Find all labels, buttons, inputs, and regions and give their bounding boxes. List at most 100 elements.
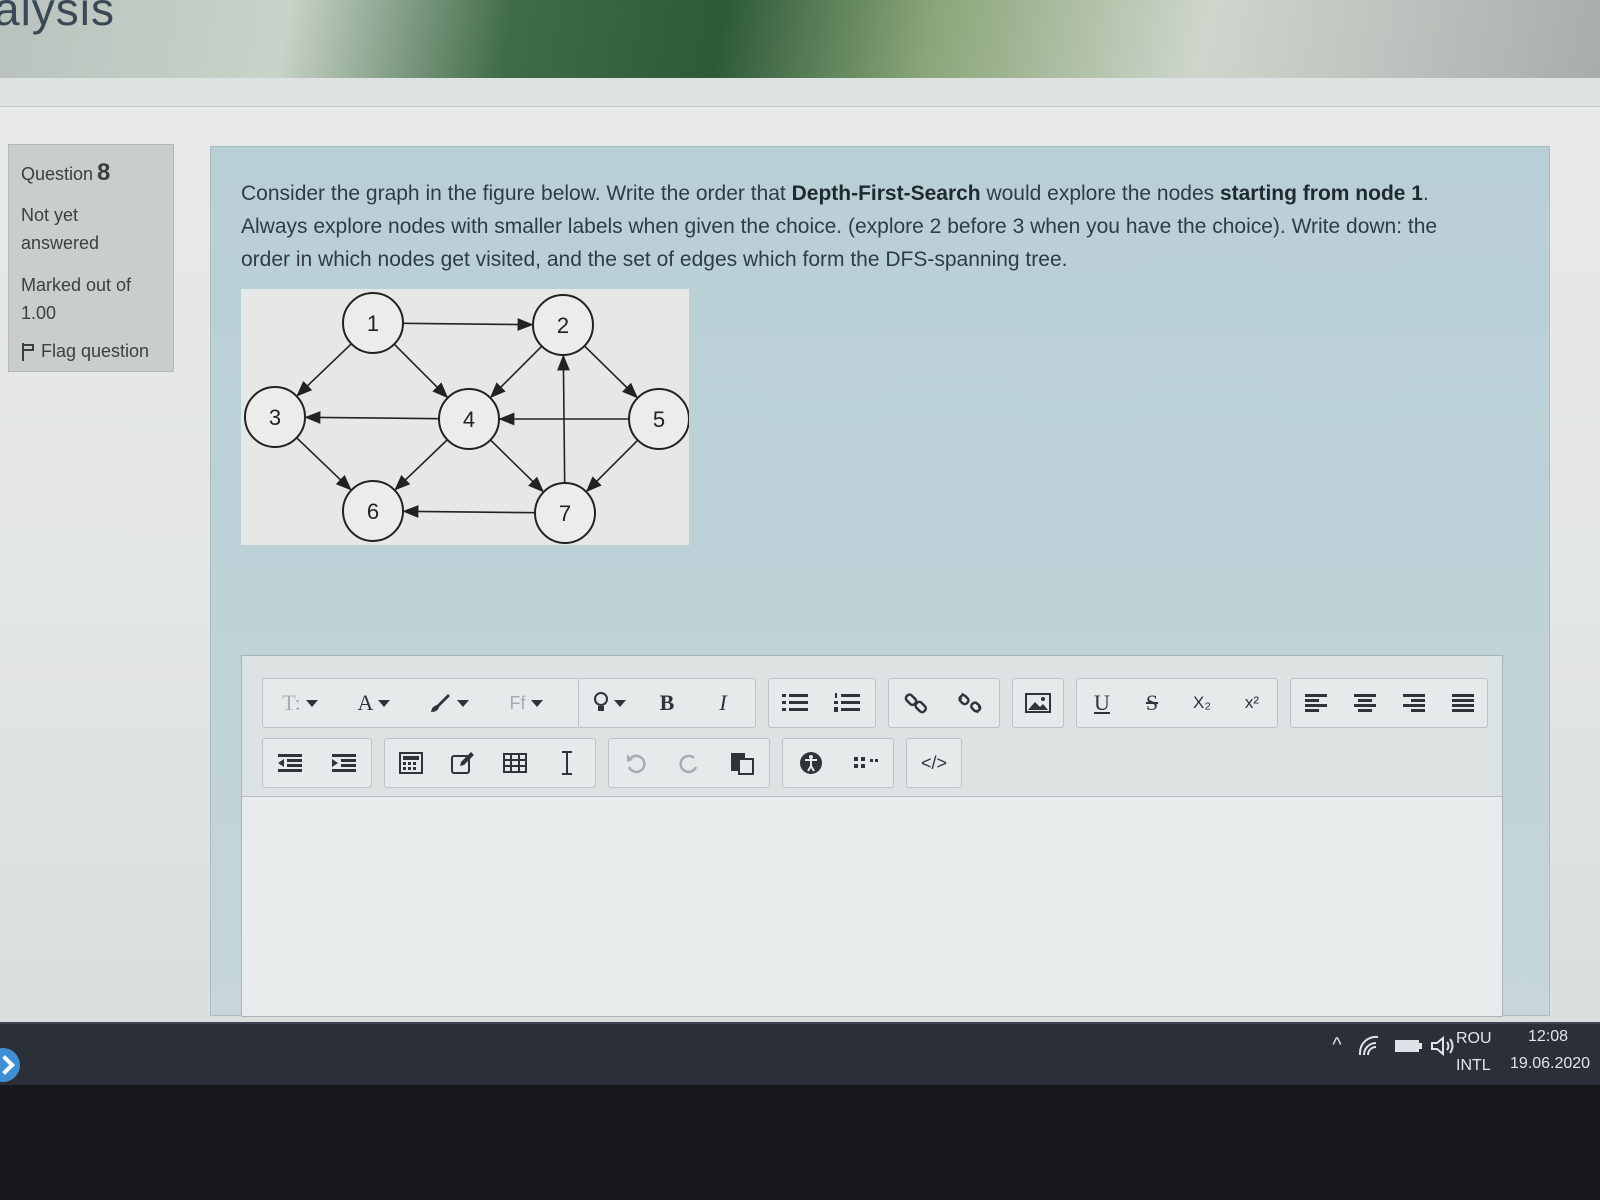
link-button[interactable] — [889, 681, 943, 725]
language-bottom[interactable]: INTL — [1456, 1057, 1491, 1075]
indent-icon — [332, 754, 356, 772]
flag-label: Flag question — [41, 341, 150, 361]
font-family-button[interactable]: Ff — [485, 681, 567, 725]
accessibility-button[interactable] — [783, 741, 838, 785]
table-button[interactable] — [489, 741, 541, 785]
undo-button[interactable] — [609, 741, 662, 785]
monitor-bezel — [0, 1085, 1600, 1200]
strikethrough-button[interactable]: S — [1127, 681, 1177, 725]
graph-edge-4-7 — [489, 439, 544, 493]
flag-icon — [21, 342, 35, 361]
question-info: Question 8 Not yet answered Marked out of… — [8, 144, 174, 372]
graph-node-3: 3 — [244, 386, 306, 448]
question-text-part: would explore the nodes — [980, 182, 1220, 205]
graph-edge-7-6 — [402, 505, 536, 518]
chevron-up-icon[interactable]: ^ — [1322, 1034, 1352, 1057]
superscript-button[interactable]: x² — [1227, 681, 1277, 725]
question-number: 8 — [97, 159, 111, 186]
subscript-button[interactable]: X₂ — [1177, 681, 1227, 725]
align-center-button[interactable] — [1340, 681, 1389, 725]
insert-image-button[interactable] — [1013, 681, 1063, 725]
clock-date[interactable]: 19.06.2020 — [1510, 1055, 1590, 1073]
paste-button[interactable] — [715, 741, 768, 785]
toolbar-group-style: B I — [578, 678, 756, 728]
chevron-down-icon — [613, 699, 626, 707]
language-top[interactable]: ROU — [1456, 1030, 1492, 1048]
toolbar-group-text: U S X₂ x² — [1076, 678, 1278, 728]
start-button[interactable] — [0, 1048, 20, 1082]
align-left-button[interactable] — [1291, 681, 1340, 725]
chevron-down-icon — [378, 699, 391, 707]
font-family-label: Ff — [509, 692, 526, 713]
question-panel: Consider the graph in the figure below. … — [210, 146, 1550, 1017]
font-color-button[interactable]: A — [337, 681, 411, 725]
paragraph-style-button[interactable]: T: — [263, 681, 337, 725]
toolbar-group-history — [608, 738, 770, 788]
redo-button[interactable] — [662, 741, 715, 785]
paste-icon — [730, 753, 754, 775]
flag-question-button[interactable]: Flag question — [21, 341, 161, 362]
equation-editor-button[interactable] — [385, 741, 437, 785]
outdent-button[interactable] — [263, 741, 317, 785]
graph-edge-1-4 — [393, 343, 449, 399]
graph-diagram: 1 2 3 4 5 6 7 — [244, 292, 689, 544]
italic-button[interactable]: I — [695, 681, 751, 725]
question-label: Question — [21, 164, 94, 184]
unlink-icon — [958, 692, 982, 714]
toolbar-group-format: T: A Ff — [262, 678, 580, 728]
chevron-down-icon — [305, 699, 318, 707]
redo-icon — [678, 754, 697, 774]
graph-edge-1-2 — [402, 318, 534, 331]
graph-edge-7-2 — [557, 354, 570, 484]
answer-textarea[interactable] — [242, 797, 1502, 1016]
background-color-button[interactable] — [411, 681, 485, 725]
align-justify-button[interactable] — [1438, 681, 1487, 725]
graph-node-2: 2 — [532, 294, 594, 356]
system-tray: ^ — [1322, 1034, 1458, 1057]
toolbar-group-media — [1012, 678, 1064, 728]
more-dots-icon — [853, 757, 878, 768]
image-icon — [1025, 693, 1051, 713]
answer-editor: T: A Ff B I U S X₂ x² </> — [241, 655, 1503, 1017]
calculator-icon — [399, 752, 423, 774]
volume-icon[interactable] — [1430, 1035, 1458, 1057]
cursor-text-button[interactable] — [541, 741, 593, 785]
paintbrush-icon — [430, 694, 450, 712]
question-text-part: Consider the graph in the figure below. … — [241, 182, 792, 205]
unordered-list-button[interactable] — [769, 681, 821, 725]
graph-node-label: 4 — [463, 407, 475, 432]
graph-node-label: 1 — [367, 311, 379, 336]
question-status: Not yet answered — [21, 205, 100, 253]
indent-button[interactable] — [317, 741, 371, 785]
hint-button[interactable] — [579, 681, 639, 725]
graph-node-7: 7 — [534, 482, 596, 544]
html-source-button[interactable]: </> — [907, 741, 961, 785]
clock-time[interactable]: 12:08 — [1528, 1028, 1568, 1046]
align-left-icon — [1304, 694, 1327, 712]
header-banner: alysis — [0, 0, 1600, 78]
editor-toolbar: T: A Ff B I U S X₂ x² </> — [242, 656, 1502, 797]
unlink-button[interactable] — [943, 681, 997, 725]
graph-edge-3-6 — [296, 437, 352, 491]
graph-edge-1-3 — [296, 343, 352, 397]
question-heading: Question 8 — [21, 159, 161, 187]
graph-node-label: 6 — [367, 499, 379, 524]
graph-node-4: 4 — [438, 388, 500, 450]
battery-icon[interactable] — [1394, 1037, 1424, 1055]
graph-edge-2-4 — [489, 345, 543, 399]
page-title: alysis — [0, 0, 116, 35]
toolbar-group-extra — [782, 738, 894, 788]
ordered-list-button[interactable] — [821, 681, 873, 725]
font-color-label: A — [357, 690, 374, 715]
screen: alysis Question 8 Not yet answered Marked… — [0, 0, 1600, 1085]
align-right-button[interactable] — [1389, 681, 1438, 725]
taskbar: ^ ROU INTL 12:08 19.06.2020 — [0, 1022, 1600, 1095]
edit-button[interactable] — [437, 741, 489, 785]
text-cursor-icon — [562, 751, 572, 775]
graph-edge-2-5 — [583, 345, 638, 399]
wifi-icon[interactable] — [1358, 1035, 1386, 1057]
edit-icon — [451, 752, 474, 774]
underline-button[interactable]: U — [1077, 681, 1127, 725]
bold-button[interactable]: B — [639, 681, 695, 725]
more-button[interactable] — [838, 741, 893, 785]
